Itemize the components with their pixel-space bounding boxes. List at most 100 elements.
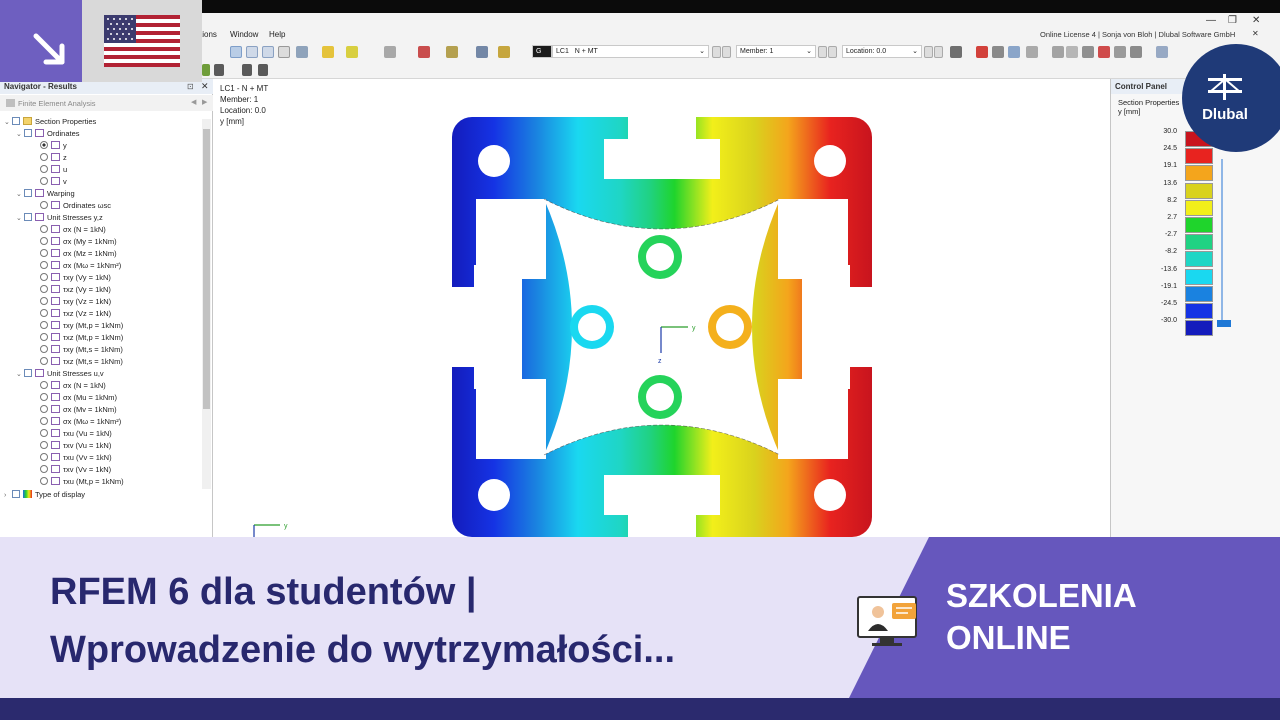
zoom-icon[interactable] [992, 46, 1004, 58]
radio-button[interactable] [40, 417, 48, 425]
radio-button[interactable] [40, 309, 48, 317]
checkbox[interactable] [24, 189, 32, 197]
pin-icon[interactable]: ⊡ [187, 82, 194, 91]
close-file-icon[interactable]: ✕ [1252, 29, 1259, 38]
pen-icon[interactable] [242, 64, 252, 76]
menu-item-help[interactable]: Help [269, 30, 285, 39]
tree-item[interactable]: τxz (Vy = 1kN) [40, 285, 111, 295]
tree-item[interactable]: σx (Mω = 1kNm²) [40, 417, 121, 427]
radio-button[interactable] [40, 297, 48, 305]
view-side-icon[interactable] [262, 46, 274, 58]
collapse-icon[interactable]: ⌄ [4, 118, 12, 128]
tree-item[interactable]: ⌄ Unit Stresses y,z [16, 213, 103, 224]
wand-icon[interactable] [346, 46, 358, 58]
checkbox[interactable] [24, 369, 32, 377]
prev-loadcase-icon[interactable] [712, 46, 721, 58]
legend-slider-track[interactable] [1221, 159, 1223, 321]
tree-item[interactable]: τxu (Vv = 1kN) [40, 453, 112, 463]
radio-button[interactable] [40, 465, 48, 473]
axis-icon[interactable] [1082, 46, 1094, 58]
tree-item[interactable]: σx (Mv = 1kNm) [40, 405, 117, 415]
legend-slider-handle[interactable] [1217, 320, 1231, 327]
us-flag-icon[interactable] [104, 15, 180, 67]
radio-button[interactable] [40, 453, 48, 461]
tree-item[interactable]: τxy (Mt,p = 1kNm) [40, 321, 123, 331]
tree-item[interactable]: τxv (Vu = 1kN) [40, 441, 111, 451]
checkbox[interactable] [24, 129, 32, 137]
radio-button[interactable] [40, 333, 48, 341]
radio-button[interactable] [40, 441, 48, 449]
view-top-icon[interactable] [278, 46, 290, 58]
collapse-icon[interactable]: ⌄ [16, 214, 24, 224]
window-icon[interactable] [1156, 46, 1168, 58]
radio-button[interactable] [40, 237, 48, 245]
close-panel-icon[interactable]: ✕ [201, 81, 209, 92]
brush-icon[interactable] [214, 64, 224, 76]
model-canvas[interactable]: LC1 - N + MT Member: 1 Location: 0.0 y [… [214, 79, 1110, 537]
tree-item[interactable]: ⌄ Unit Stresses u,v [16, 369, 104, 380]
tree-item[interactable]: τxz (Vz = 1kN) [40, 309, 111, 319]
tree-item[interactable]: τxy (Vy = 1kN) [40, 273, 111, 283]
next-location-icon[interactable] [934, 46, 943, 58]
radio-button[interactable] [40, 405, 48, 413]
align-icon[interactable] [1008, 46, 1020, 58]
marker-icon[interactable] [258, 64, 268, 76]
settings-icon[interactable] [1130, 46, 1142, 58]
pencil-icon[interactable] [446, 46, 458, 58]
tree-item[interactable]: τxu (Vu = 1kN) [40, 429, 112, 439]
navigator-module-select[interactable]: Finite Element Analysis [0, 95, 213, 111]
menu-item-window[interactable]: Window [230, 30, 258, 39]
print-icon[interactable] [296, 46, 308, 58]
display-icon[interactable] [322, 46, 334, 58]
next-loadcase-icon[interactable] [722, 46, 731, 58]
section-icon[interactable] [476, 46, 488, 58]
tree-item[interactable]: σx (Mz = 1kNm) [40, 249, 117, 259]
radio-button[interactable] [40, 201, 48, 209]
checkbox[interactable] [24, 213, 32, 221]
draw-icon[interactable] [202, 64, 210, 76]
radio-button[interactable] [40, 381, 48, 389]
menu-item-options[interactable]: tions [200, 30, 217, 39]
tree-item[interactable]: τxy (Mt,s = 1kNm) [40, 345, 123, 355]
collapse-icon[interactable]: ⌄ [16, 370, 24, 380]
delete-icon[interactable] [1098, 46, 1110, 58]
radio-button[interactable] [40, 321, 48, 329]
tree-item[interactable]: y [40, 141, 67, 151]
tree-item[interactable]: ⌄ Warping [16, 189, 75, 200]
minimize-icon[interactable]: — [1206, 15, 1216, 26]
warning-icon[interactable] [1066, 46, 1078, 58]
radio-button[interactable] [40, 477, 48, 485]
radio-button[interactable] [40, 357, 48, 365]
dimension-icon[interactable] [1052, 46, 1064, 58]
next-member-icon[interactable] [828, 46, 837, 58]
restore-icon[interactable]: ❐ [1228, 15, 1237, 26]
radio-button[interactable] [40, 165, 48, 173]
tree-item-type-of-display[interactable]: › Type of display [4, 490, 85, 501]
checkbox[interactable] [12, 490, 20, 498]
radio-button[interactable] [40, 225, 48, 233]
view-mode-icon[interactable] [230, 46, 242, 58]
tree-item[interactable]: τxv (Vv = 1kN) [40, 465, 111, 475]
tree-item[interactable]: ⌄ Section Properties [4, 117, 96, 128]
close-icon[interactable]: ✕ [1252, 15, 1260, 26]
radio-button[interactable] [40, 153, 48, 161]
navigator-scroll-thumb[interactable] [203, 129, 210, 409]
collapse-icon[interactable]: ⌄ [16, 130, 24, 140]
prev-location-icon[interactable] [924, 46, 933, 58]
next-icon[interactable]: ▶ [202, 98, 207, 106]
results-icon[interactable] [384, 46, 396, 58]
prev-member-icon[interactable] [818, 46, 827, 58]
table-icon[interactable] [1114, 46, 1126, 58]
radio-button[interactable] [40, 345, 48, 353]
tree-item[interactable]: z [40, 153, 67, 163]
tree-item[interactable]: ⌄ Ordinates [16, 129, 80, 140]
radio-button[interactable] [40, 273, 48, 281]
radio-button[interactable] [40, 429, 48, 437]
member-select[interactable]: Member: 1 ⌄ [736, 45, 816, 58]
tree-item[interactable]: σx (Mω = 1kNm²) [40, 261, 121, 271]
tree-item[interactable]: σx (N = 1kN) [40, 381, 106, 391]
checkbox[interactable] [12, 117, 20, 125]
tree-item[interactable]: τxz (Mt,p = 1kNm) [40, 333, 123, 343]
tree-item[interactable]: v [40, 177, 67, 187]
radio-button[interactable] [40, 177, 48, 185]
